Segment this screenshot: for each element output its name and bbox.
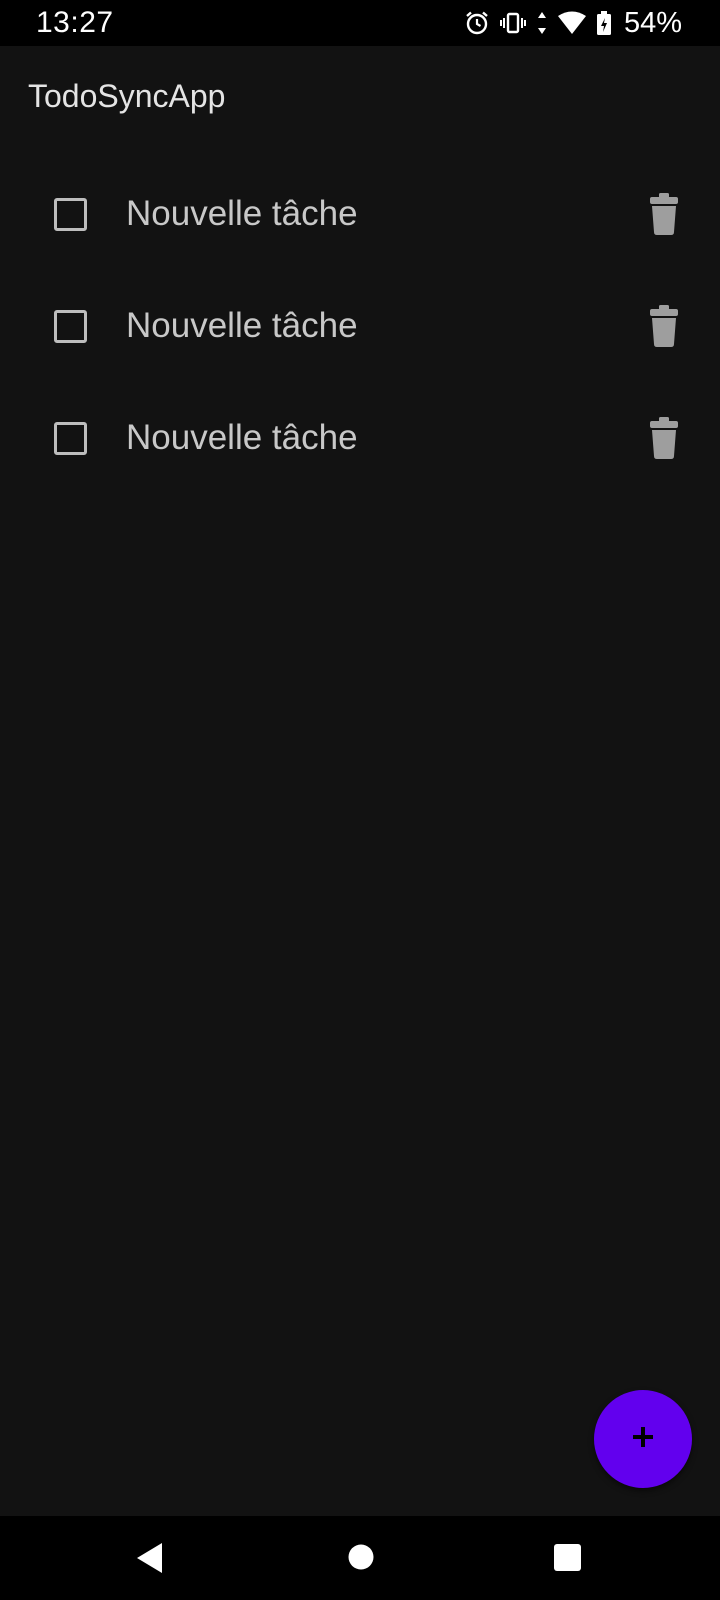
alarm-icon — [464, 10, 490, 36]
app-title: TodoSyncApp — [28, 77, 226, 114]
todo-label[interactable]: Nouvelle tâche — [126, 306, 358, 346]
status-bar: 13:27 54% — [0, 0, 720, 46]
status-icons: 54% — [464, 7, 682, 40]
vibrate-icon — [499, 10, 526, 36]
todo-checkbox[interactable] — [54, 421, 87, 455]
battery-percent: 54% — [623, 6, 682, 39]
app-bar: TodoSyncApp — [0, 46, 720, 146]
wifi-icon — [557, 11, 586, 35]
todo-item: Nouvelle tâche — [0, 270, 720, 382]
todo-label[interactable]: Nouvelle tâche — [126, 418, 358, 458]
status-time: 13:27 — [36, 6, 114, 39]
data-arrows-icon — [536, 10, 548, 36]
battery-icon — [596, 10, 612, 36]
add-todo-button[interactable] — [594, 1390, 692, 1488]
home-icon[interactable] — [348, 1544, 374, 1575]
navigation-bar — [0, 1516, 720, 1600]
todo-item: Nouvelle tâche — [0, 158, 720, 270]
todo-item: Nouvelle tâche — [0, 382, 720, 494]
recents-icon[interactable] — [554, 1544, 581, 1576]
todo-label[interactable]: Nouvelle tâche — [126, 194, 358, 234]
delete-icon[interactable] — [648, 304, 680, 348]
todo-list: Nouvelle tâche Nouvelle tâche Nouvelle t… — [0, 158, 720, 494]
delete-icon[interactable] — [648, 192, 680, 236]
delete-icon[interactable] — [648, 416, 680, 460]
plus-icon — [630, 1424, 656, 1455]
todo-checkbox[interactable] — [54, 197, 87, 231]
todo-checkbox[interactable] — [54, 309, 87, 343]
back-icon[interactable] — [136, 1542, 164, 1579]
